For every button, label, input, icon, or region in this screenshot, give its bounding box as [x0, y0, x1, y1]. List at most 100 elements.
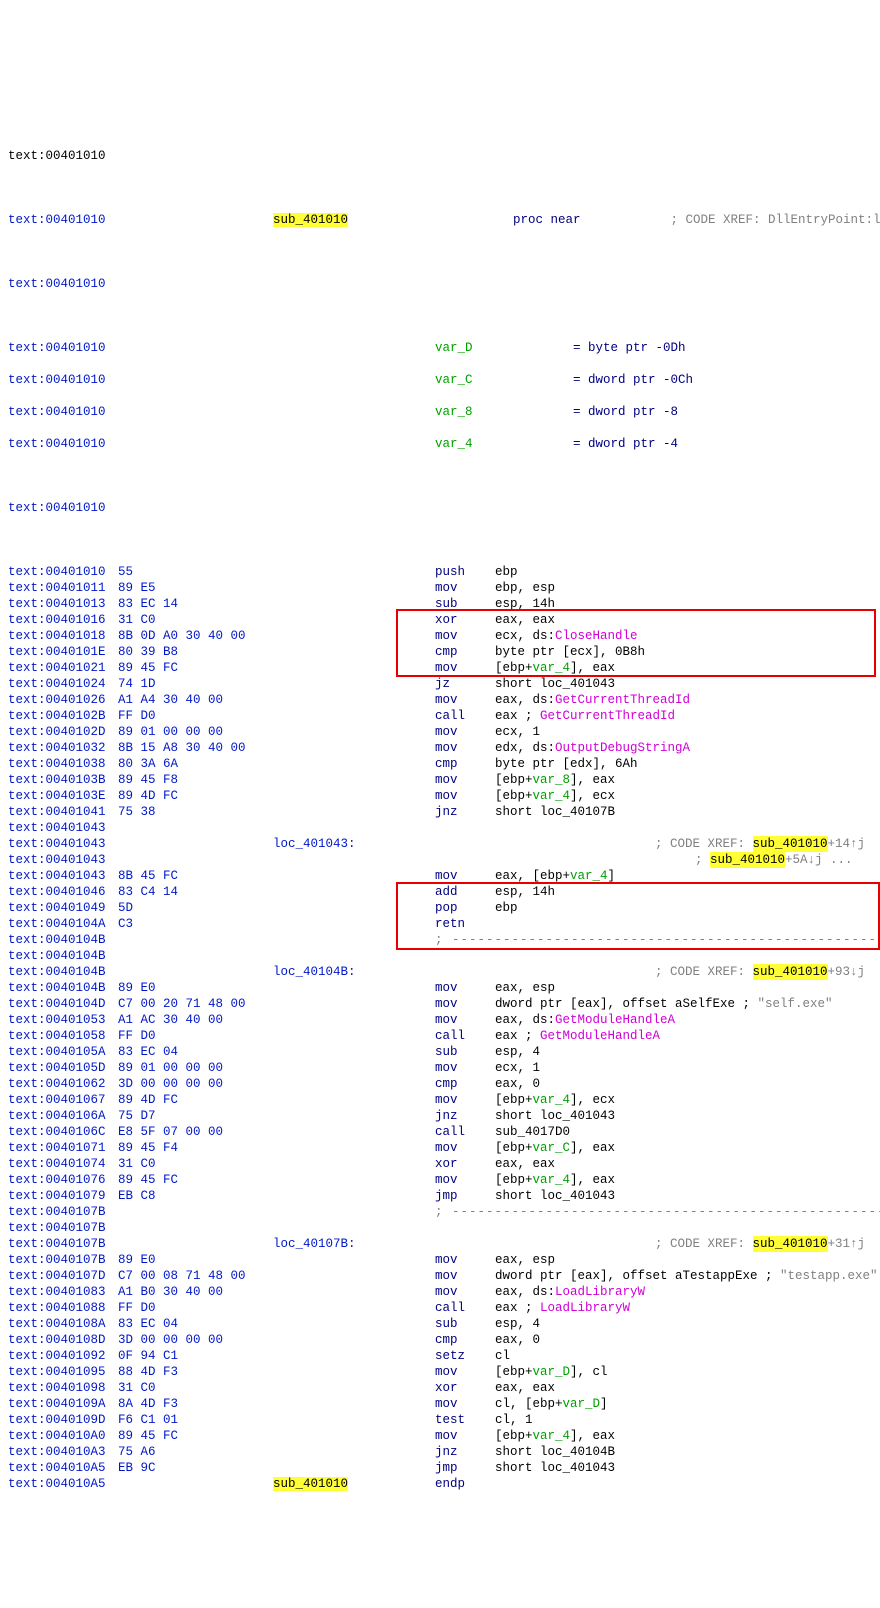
api-symbol: GetModuleHandleA	[540, 1029, 660, 1043]
address: text:00401038	[8, 756, 118, 772]
address: text:00401026	[8, 692, 118, 708]
address: text:0040102D	[8, 724, 118, 740]
address: text:00401074	[8, 1156, 118, 1172]
asm-line: text:004010438B 45 FCmoveax, [ebp+var_4]	[8, 868, 872, 884]
var-ref: var_4	[533, 1093, 571, 1107]
hex-bytes: 89 4D FC	[118, 788, 273, 804]
asm-line: text:0040101055pushebp	[8, 564, 872, 580]
address: text:00401018	[8, 628, 118, 644]
address: text:00401043	[8, 868, 118, 884]
api-symbol: LoadLibraryW	[540, 1301, 630, 1315]
asm-line: text:00401058FF D0calleax ; GetModuleHan…	[8, 1028, 872, 1044]
operands: [ebp+var_4], ecx	[495, 788, 615, 804]
xref-sub-highlight: sub_401010	[753, 836, 828, 852]
address: text:004010A0	[8, 1428, 118, 1444]
hex-bytes: 75 D7	[118, 1108, 273, 1124]
asm-line: text:0040109831 C0xoreax, eax	[8, 1380, 872, 1396]
separator-line: text:0040107B; -------------------------…	[8, 1204, 872, 1220]
address: text:0040106A	[8, 1108, 118, 1124]
label-line: text:0040107Bloc_40107B:; CODE XREF: sub…	[8, 1236, 872, 1252]
asm-line: text:0040108D3D 00 00 00 00cmpeax, 0	[8, 1332, 872, 1348]
mnemonic: sub	[435, 596, 495, 612]
mnemonic: call	[435, 1300, 495, 1316]
address: text:0040106C	[8, 1124, 118, 1140]
hex-bytes: 74 1D	[118, 676, 273, 692]
operands: eax, ds:GetModuleHandleA	[495, 1012, 675, 1028]
asm-line: text:0040107431 C0xoreax, eax	[8, 1156, 872, 1172]
mnemonic: mov	[435, 1396, 495, 1412]
operands: eax, 0	[495, 1076, 540, 1092]
mnemonic: mov	[435, 772, 495, 788]
hex-bytes: 3D 00 00 00 00	[118, 1076, 273, 1092]
mnemonic: mov	[435, 868, 495, 884]
mnemonic: mov	[435, 580, 495, 596]
hex-bytes: 31 C0	[118, 612, 273, 628]
operands: eax, ds:GetCurrentThreadId	[495, 692, 690, 708]
api-symbol: GetCurrentThreadId	[555, 693, 690, 707]
hex-bytes: A1 A4 30 40 00	[118, 692, 273, 708]
operands: eax, eax	[495, 1156, 555, 1172]
string-comment: "self.exe"	[758, 997, 833, 1011]
operands: ecx, ds:CloseHandle	[495, 628, 638, 644]
mnemonic: mov	[435, 1284, 495, 1300]
operands: short loc_401043	[495, 1108, 615, 1124]
address: text:0040108A	[8, 1316, 118, 1332]
mnemonic: mov	[435, 1428, 495, 1444]
proc-header: text:00401010 sub_401010 proc near ; COD…	[8, 212, 872, 228]
address: text:004010A5	[8, 1460, 118, 1476]
asm-line: text:0040101383 EC 14subesp, 14h	[8, 596, 872, 612]
operands: dword ptr [eax], offset aTestappExe ; "t…	[495, 1268, 878, 1284]
asm-line: text:004010A375 A6jnzshort loc_40104B	[8, 1444, 872, 1460]
asm-line: text:0040109A8A 4D F3movcl, [ebp+var_D]	[8, 1396, 872, 1412]
address: text:0040103E	[8, 788, 118, 804]
asm-line: text:0040107689 45 FCmov[ebp+var_4], eax	[8, 1172, 872, 1188]
asm-line: text:0040107DC7 00 08 71 48 00movdword p…	[8, 1268, 872, 1284]
xref-comment: ; CODE XREF:	[655, 1236, 753, 1252]
operands: eax ; LoadLibraryW	[495, 1300, 630, 1316]
sub-name-highlight: sub_401010	[273, 213, 348, 227]
hex-bytes: EB C8	[118, 1188, 273, 1204]
asm-line: text:0040109DF6 C1 01testcl, 1	[8, 1412, 872, 1428]
mnemonic: mov	[435, 1364, 495, 1380]
operands: byte ptr [ecx], 0B8h	[495, 644, 645, 660]
address: text:00401062	[8, 1076, 118, 1092]
label-line: text:00401043loc_401043:; CODE XREF: sub…	[8, 836, 872, 852]
operands: [ebp+var_4], ecx	[495, 1092, 615, 1108]
address: text:004010A3	[8, 1444, 118, 1460]
hex-bytes: FF D0	[118, 1300, 273, 1316]
hex-bytes: 89 45 F4	[118, 1140, 273, 1156]
asm-line: text:00401053A1 AC 30 40 00moveax, ds:Ge…	[8, 1012, 872, 1028]
operands: [ebp+var_4], eax	[495, 1428, 615, 1444]
hex-bytes: 8B 0D A0 30 40 00	[118, 628, 273, 644]
dash-separator: ; --------------------------------------…	[435, 932, 880, 948]
mnemonic: mov	[435, 996, 495, 1012]
var-ref: var_4	[533, 661, 571, 675]
address: text:0040107D	[8, 1268, 118, 1284]
asm-line: text:00401088FF D0calleax ; LoadLibraryW	[8, 1300, 872, 1316]
xref-sub-highlight: sub_401010	[753, 964, 828, 980]
api-symbol: CloseHandle	[555, 629, 638, 643]
var-def: text:00401010 var_C = dword ptr -0Ch	[8, 372, 872, 388]
code-label: loc_40104B:	[273, 965, 356, 979]
hex-bytes: 83 EC 04	[118, 1044, 273, 1060]
operands: [ebp+var_4], eax	[495, 1172, 615, 1188]
var-def: text:00401010 var_4 = dword ptr -4	[8, 436, 872, 452]
mnemonic: cmp	[435, 644, 495, 660]
var-ref: var_4	[570, 869, 608, 883]
var-ref: var_4	[533, 789, 571, 803]
hex-bytes: 89 E0	[118, 1252, 273, 1268]
hex-bytes: FF D0	[118, 1028, 273, 1044]
asm-line: text:0040103880 3A 6Acmpbyte ptr [edx], …	[8, 756, 872, 772]
address: text:0040107B	[8, 1252, 118, 1268]
hex-bytes: EB 9C	[118, 1460, 273, 1476]
var-ref: var_4	[533, 1429, 571, 1443]
mnemonic: xor	[435, 612, 495, 628]
address: text:00401083	[8, 1284, 118, 1300]
operands: eax ; GetCurrentThreadId	[495, 708, 675, 724]
operands: ebp	[495, 900, 518, 916]
asm-line: text:00401079EB C8jmpshort loc_401043	[8, 1188, 872, 1204]
var-ref: var_D	[533, 1365, 571, 1379]
asm-line: text:0040105D89 01 00 00 00movecx, 1	[8, 1060, 872, 1076]
asm-line: text:0040101631 C0xoreax, eax	[8, 612, 872, 628]
address: text:00401032	[8, 740, 118, 756]
